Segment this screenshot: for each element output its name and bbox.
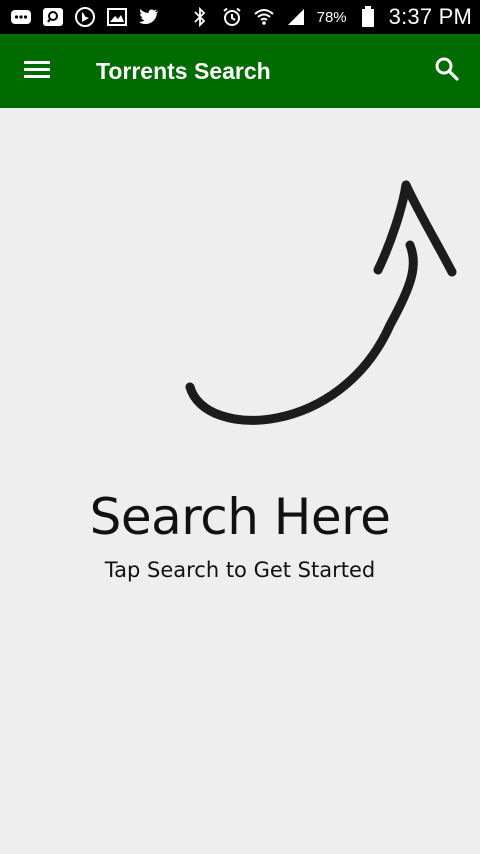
wifi-icon: [253, 7, 275, 27]
search-icon: [434, 56, 460, 87]
message-icon: [10, 7, 32, 27]
alarm-icon: [221, 7, 243, 27]
bing-icon: [74, 7, 96, 27]
signal-icon: [285, 7, 307, 27]
twitter-icon: [138, 7, 160, 27]
menu-button[interactable]: [22, 56, 52, 86]
curved-arrow-icon: [180, 175, 465, 445]
hamburger-menu-icon: [24, 59, 50, 84]
status-bar-system: 78% 3:37 PM: [189, 4, 472, 30]
app-bar: Torrents Search: [0, 34, 480, 108]
status-bar: 78% 3:37 PM: [0, 0, 480, 34]
battery-percent: 78%: [316, 8, 347, 26]
app-title: Torrents Search: [96, 58, 271, 84]
empty-state-subtitle: Tap Search to Get Started: [104, 558, 376, 582]
status-bar-notifications: [10, 7, 160, 27]
app-icon: [42, 7, 64, 27]
gallery-icon: [106, 7, 128, 27]
status-time: 3:37 PM: [388, 4, 472, 29]
bluetooth-icon: [189, 7, 211, 27]
battery-icon: [357, 6, 379, 27]
search-button[interactable]: [432, 56, 462, 86]
empty-state-title: Search Here: [89, 488, 391, 546]
